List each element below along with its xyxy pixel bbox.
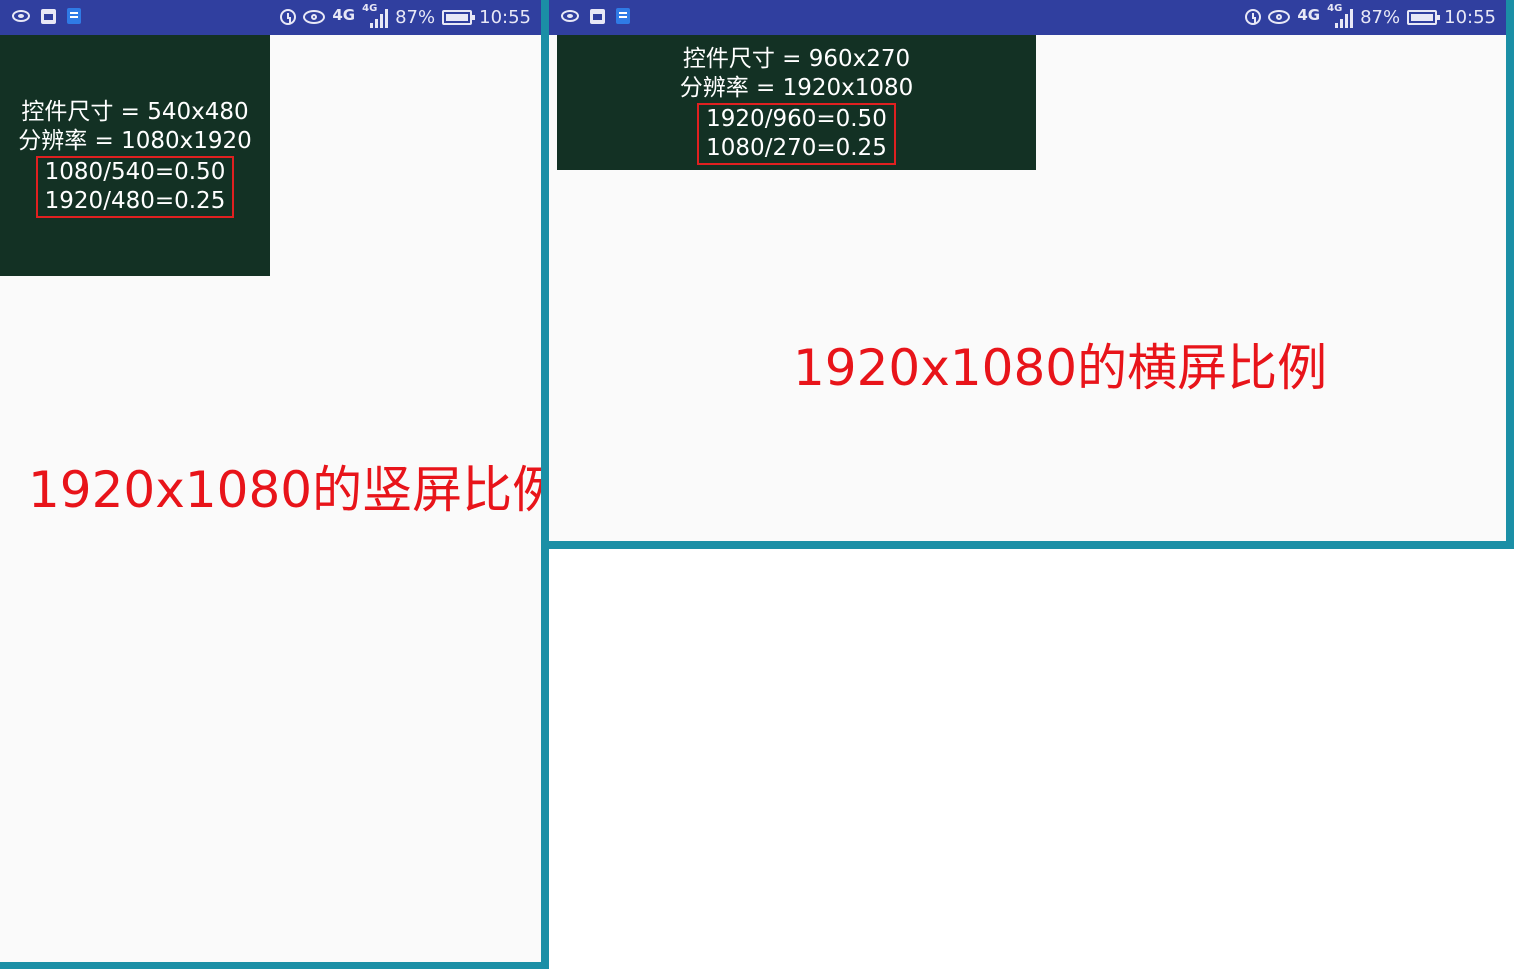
status-left-icons bbox=[561, 8, 630, 24]
portrait-caption: 1920x1080的竖屏比例 bbox=[28, 461, 563, 519]
eye-comfort-icon bbox=[303, 10, 326, 24]
network-type-label: 4G bbox=[332, 6, 356, 24]
landscape-caption: 1920x1080的横屏比例 bbox=[793, 339, 1328, 397]
gallery-icon bbox=[590, 8, 605, 24]
eye-comfort-icon bbox=[1268, 10, 1291, 24]
battery-icon bbox=[1407, 9, 1441, 25]
status-right-icons: 4G 4G 87% 10:55 bbox=[1245, 3, 1496, 28]
signal-4g-small-label: 4G bbox=[362, 3, 378, 14]
height-ratio-text: 1080/270=0.25 bbox=[706, 135, 887, 161]
height-ratio-text: 1920/480=0.25 bbox=[44, 188, 226, 214]
portrait-info-box: 控件尺寸 = 540x480 分辨率 = 1080x1920 1080/540=… bbox=[0, 35, 270, 276]
gallery-icon bbox=[41, 8, 56, 24]
landscape-info-box: 控件尺寸 = 960x270 分辨率 = 1920x1080 1920/960=… bbox=[557, 35, 1036, 170]
status-bar: 4G 4G 87% 10:55 bbox=[0, 0, 541, 35]
document-icon bbox=[616, 8, 630, 24]
document-icon bbox=[67, 8, 81, 24]
network-type-label: 4G bbox=[1297, 6, 1321, 24]
resolution-text: 分辨率 = 1920x1080 bbox=[679, 75, 914, 101]
control-size-text: 控件尺寸 = 540x480 bbox=[21, 99, 249, 125]
alarm-icon bbox=[280, 9, 297, 25]
status-right-icons: 4G 4G 87% 10:55 bbox=[280, 3, 531, 28]
battery-percent: 87% bbox=[1360, 6, 1401, 28]
clock: 10:55 bbox=[479, 6, 531, 28]
notification-eye-icon bbox=[561, 10, 579, 22]
control-size-text: 控件尺寸 = 960x270 bbox=[682, 46, 911, 72]
status-bar: 4G 4G 87% 10:55 bbox=[549, 0, 1506, 35]
width-ratio-text: 1920/960=0.50 bbox=[706, 106, 887, 132]
battery-icon bbox=[442, 9, 476, 25]
width-ratio-text: 1080/540=0.50 bbox=[44, 159, 226, 185]
ratio-highlight-box: 1080/540=0.50 1920/480=0.25 bbox=[35, 156, 235, 218]
4g-signal-icon: 4G bbox=[1327, 3, 1354, 28]
clock: 10:55 bbox=[1444, 6, 1496, 28]
landscape-screenshot: 4G 4G 87% 10:55 控件尺寸 = 960x270 分辨率 = 192… bbox=[541, 0, 1514, 549]
status-left-icons bbox=[12, 8, 81, 24]
4g-signal-icon: 4G bbox=[362, 3, 389, 28]
alarm-icon bbox=[1245, 9, 1262, 25]
resolution-text: 分辨率 = 1080x1920 bbox=[18, 128, 252, 154]
ratio-highlight-box: 1920/960=0.50 1080/270=0.25 bbox=[697, 103, 896, 165]
battery-percent: 87% bbox=[395, 6, 436, 28]
signal-4g-small-label: 4G bbox=[1327, 3, 1343, 14]
notification-eye-icon bbox=[12, 10, 30, 22]
portrait-screenshot: 4G 4G 87% 10:55 控件尺寸 = 540x480 分辨率 = 108… bbox=[0, 0, 562, 969]
